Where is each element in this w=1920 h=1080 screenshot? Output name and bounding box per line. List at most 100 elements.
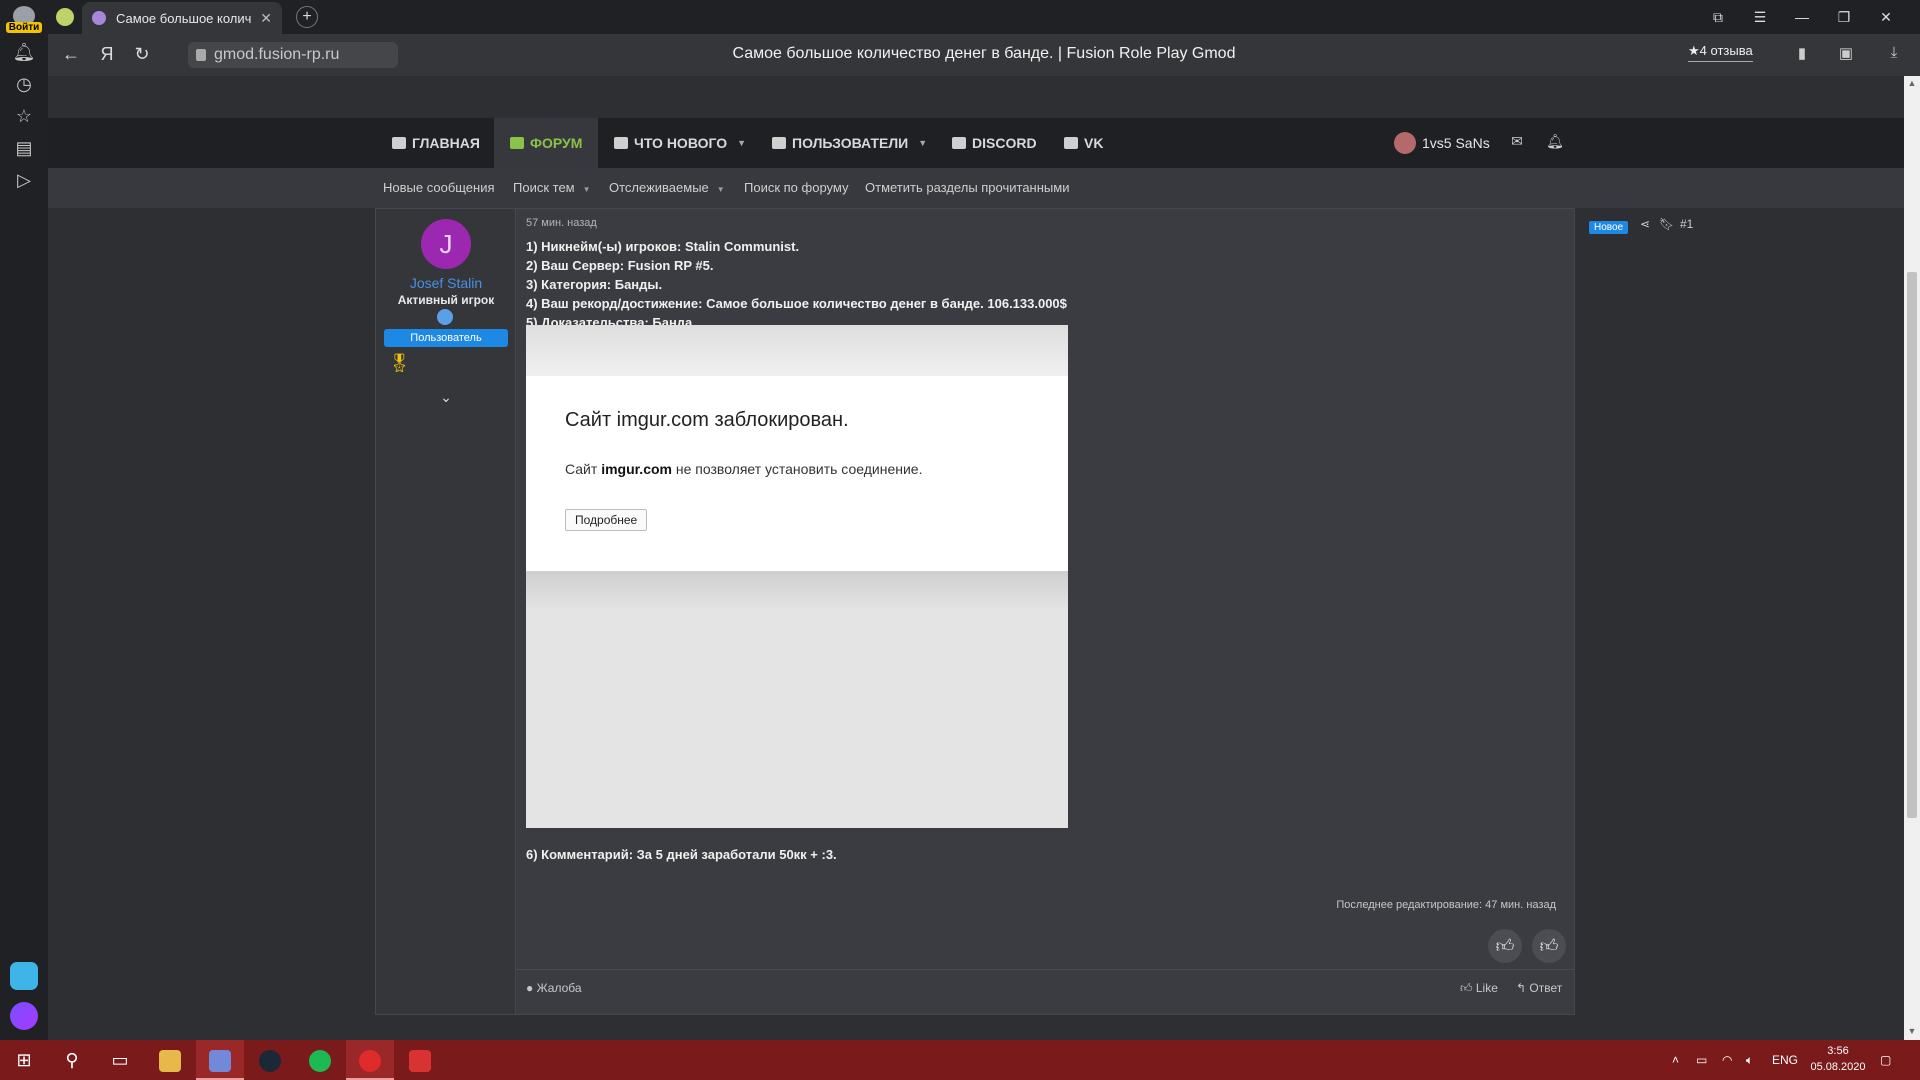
subnav-watched[interactable]: Отслеживаемые ▼: [609, 168, 725, 208]
steam-icon[interactable]: [246, 1040, 294, 1080]
new-tab-button[interactable]: +: [296, 6, 318, 28]
chevron-down-icon[interactable]: ⌄: [436, 389, 456, 406]
reviews-link[interactable]: ★4 отзыва: [1688, 43, 1753, 62]
embed-shadow: [526, 571, 1068, 611]
nav-whats-new-label: ЧТО НОВОГО: [634, 135, 728, 151]
nav-users-label: ПОЛЬЗОВАТЕЛИ: [792, 135, 909, 151]
close-window-button[interactable]: ✕: [1866, 0, 1906, 34]
bookmark-icon[interactable]: 🔖︎: [1659, 217, 1674, 231]
search-icon[interactable]: ⚲: [48, 1040, 96, 1080]
discord-icon[interactable]: [196, 1040, 244, 1080]
menu-icon[interactable]: ☰: [1740, 0, 1780, 34]
bookmarks-panel-icon[interactable]: ⧉: [1698, 0, 1738, 34]
post-body: 1) Никнейм(-ы) игроков: Stalin Communist…: [526, 237, 1067, 332]
thumbs-up-outline-icon[interactable]: 👍︎: [1532, 929, 1566, 963]
windows-start-icon[interactable]: ⊞: [0, 1040, 48, 1080]
tab-title: Самое большое колич: [116, 10, 252, 26]
divider: [516, 969, 1574, 970]
nav-whats-new[interactable]: ЧТО НОВОГО ▼: [614, 118, 746, 168]
envelope-icon[interactable]: ✉: [1508, 133, 1526, 151]
trophy-icon[interactable]: 🎖︎: [388, 353, 411, 375]
nav-users[interactable]: ПОЛЬЗОВАТЕЛИ ▼: [772, 118, 927, 168]
yandex-icon[interactable]: [396, 1040, 444, 1080]
nav-home-label: ГЛАВНАЯ: [412, 135, 480, 151]
download-icon[interactable]: ⤓: [1884, 44, 1904, 64]
nav-discord[interactable]: DISCORD: [952, 118, 1037, 168]
volume-icon[interactable]: 🔈︎: [1746, 1040, 1753, 1080]
post-number[interactable]: #1: [1680, 217, 1693, 231]
avatar[interactable]: J: [421, 219, 471, 269]
like-link[interactable]: 👍︎ Like: [1460, 981, 1498, 996]
author-name[interactable]: Josef Stalin: [376, 275, 516, 291]
report-label: Жалоба: [536, 981, 582, 995]
minimize-button[interactable]: —: [1782, 0, 1822, 34]
file-explorer-icon[interactable]: [146, 1040, 194, 1080]
role-badge: Пользователь: [384, 329, 508, 347]
windows-taskbar: ⊞ ⚲ ▭ ˄ ▭ ◠ 🔈︎ ENG 3:56 05.08.2020 ▢: [0, 1040, 1920, 1080]
post-line: 2) Ваш Сервер: Fusion RP #5.: [526, 258, 714, 273]
embed-top-band: [526, 325, 1068, 377]
post-content: 57 мин. назад Новое ⋖ 🔖︎ #1 1) Никнейм(-…: [516, 209, 1693, 1014]
report-link[interactable]: ● Жалоба: [526, 981, 582, 995]
author-title: Активный игрок: [397, 293, 495, 307]
nav-forum[interactable]: ФОРУМ: [494, 118, 599, 168]
chevron-down-icon[interactable]: ▼: [918, 138, 927, 148]
battery-icon[interactable]: ▭: [1696, 1040, 1707, 1080]
pinned-tab-icon[interactable]: [56, 8, 74, 26]
nav-home[interactable]: ГЛАВНАЯ: [392, 118, 480, 168]
comment-icon: [510, 137, 524, 149]
post-line: 4) Ваш рекорд/достижение: Самое большое …: [526, 296, 1067, 311]
blocked-text: Сайт imgur.com не позволяет установить с…: [565, 461, 922, 477]
subnav-mark-read[interactable]: Отметить разделы прочитанными: [865, 168, 1069, 208]
post-line: 3) Категория: Банды.: [526, 277, 663, 292]
bell-icon[interactable]: 🔔︎: [12, 40, 36, 64]
nav-vk[interactable]: VK: [1064, 118, 1103, 168]
yandex-browser-icon[interactable]: [346, 1040, 394, 1080]
share-icon[interactable]: ⋖: [1640, 217, 1650, 231]
star-icon[interactable]: ☆: [12, 104, 36, 128]
messenger-app-icon[interactable]: [10, 962, 38, 990]
play-icon[interactable]: ▷: [12, 168, 36, 192]
scroll-thumb[interactable]: [1907, 272, 1917, 818]
blocked-domain: imgur.com: [601, 461, 672, 477]
task-view-icon[interactable]: ▭: [96, 1040, 144, 1080]
more-info-button[interactable]: Подробнее: [565, 509, 648, 531]
notifications-icon[interactable]: ▢: [1880, 1040, 1891, 1080]
login-button[interactable]: Войти: [4, 4, 44, 38]
extension-icon[interactable]: ▣: [1836, 44, 1856, 64]
subnav-search-threads-label: Поиск тем: [513, 180, 575, 195]
bell-icon[interactable]: 🔔︎: [1546, 133, 1564, 151]
scroll-up-icon[interactable]: ▲: [1906, 78, 1918, 88]
page-scrollbar[interactable]: ▲ ▼: [1904, 76, 1920, 1040]
thumbs-up-icon[interactable]: 👍︎: [1488, 929, 1522, 963]
subnav-search-threads[interactable]: Поиск тем ▼: [513, 168, 591, 208]
post-author-cell: J Josef Stalin Активный игрок Пользовате…: [376, 209, 516, 1014]
scroll-down-icon[interactable]: ▼: [1906, 1026, 1918, 1036]
reply-link[interactable]: ↰ Ответ: [1516, 981, 1562, 995]
clock-date: 05.08.2020: [1810, 1061, 1866, 1073]
collections-icon[interactable]: ▤: [12, 136, 36, 160]
bookmark-icon[interactable]: ▮: [1792, 44, 1812, 64]
chevron-down-icon[interactable]: ▼: [583, 185, 591, 194]
wifi-icon[interactable]: ◠: [1722, 1040, 1732, 1080]
alice-icon[interactable]: [10, 1002, 38, 1030]
chevron-down-icon[interactable]: ▼: [717, 185, 725, 194]
spotify-icon[interactable]: [296, 1040, 344, 1080]
user-menu[interactable]: 1vs5 SaNs: [1394, 118, 1490, 168]
chevron-up-icon[interactable]: ˄: [1672, 1040, 1679, 1080]
post-date[interactable]: 57 мин. назад: [526, 217, 597, 229]
language-indicator[interactable]: ENG: [1772, 1040, 1798, 1080]
new-badge: Новое: [1589, 221, 1629, 234]
chevron-down-icon[interactable]: ▼: [737, 138, 746, 148]
subnav-search-forum[interactable]: Поиск по форуму: [744, 168, 848, 208]
subnav-new-posts[interactable]: Новые сообщения: [383, 168, 495, 208]
tab-active[interactable]: Самое большое колич ✕: [82, 2, 282, 34]
clock[interactable]: 3:56 05.08.2020: [1808, 1043, 1868, 1075]
last-edited[interactable]: Последнее редактирование: 47 мин. назад: [1336, 899, 1556, 911]
home-icon: [392, 137, 406, 149]
history-icon[interactable]: ◷: [12, 72, 36, 96]
restore-button[interactable]: ❐: [1824, 0, 1864, 34]
address-bar: ← Я ↻ gmod.fusion-rp.ru Самое большое ко…: [48, 34, 1920, 76]
folder-icon: [952, 137, 966, 149]
close-tab-icon[interactable]: ✕: [260, 10, 272, 27]
